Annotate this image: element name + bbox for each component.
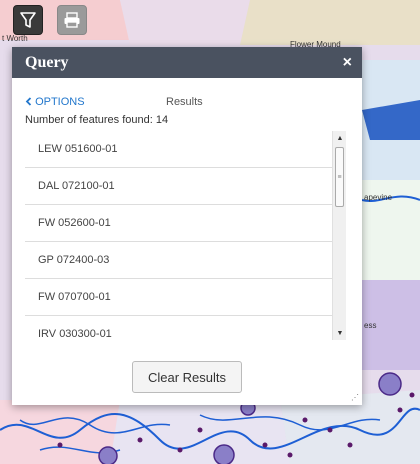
result-item[interactable]: DAL 072100-01 <box>25 168 332 205</box>
scroll-down-arrow-icon[interactable]: ▼ <box>333 326 347 340</box>
result-item[interactable]: LEW 051600-01 <box>25 131 332 168</box>
map-label-fort-worth: t Worth <box>2 34 28 43</box>
map-label-grapevine: apevine <box>364 193 393 202</box>
query-tool-button[interactable] <box>13 5 43 35</box>
panel-nav: OPTIONS Results <box>25 96 349 108</box>
results-label: Results <box>166 96 203 108</box>
results-scrollbar[interactable]: ▲ ≡ ▼ <box>332 131 346 340</box>
results-list: LEW 051600-01 DAL 072100-01 FW 052600-01… <box>25 131 332 340</box>
result-item[interactable]: IRV 030300-01 <box>25 316 332 340</box>
options-back-link[interactable]: OPTIONS <box>25 96 85 108</box>
map-label-east: ess <box>364 321 377 330</box>
result-item[interactable]: FW 052600-01 <box>25 205 332 242</box>
options-link-label: OPTIONS <box>35 96 85 108</box>
feature-count: Number of features found: 14 <box>25 114 169 126</box>
panel-title: Query <box>25 53 69 71</box>
resize-grip-icon[interactable]: ⋰ <box>351 393 359 402</box>
chevron-left-icon <box>25 97 32 106</box>
print-tool-button[interactable] <box>57 5 87 35</box>
filter-icon <box>20 12 36 28</box>
result-item[interactable]: FW 070700-01 <box>25 279 332 316</box>
close-icon[interactable]: × <box>343 54 352 72</box>
panel-header: Query × <box>12 47 362 78</box>
scroll-up-arrow-icon[interactable]: ▲ <box>333 131 347 145</box>
print-icon <box>64 12 80 28</box>
result-item[interactable]: GP 072400-03 <box>25 242 332 279</box>
clear-results-button[interactable]: Clear Results <box>132 361 242 393</box>
query-panel: Query × OPTIONS Results Number of featur… <box>12 47 362 405</box>
scroll-thumb[interactable]: ≡ <box>335 147 344 207</box>
